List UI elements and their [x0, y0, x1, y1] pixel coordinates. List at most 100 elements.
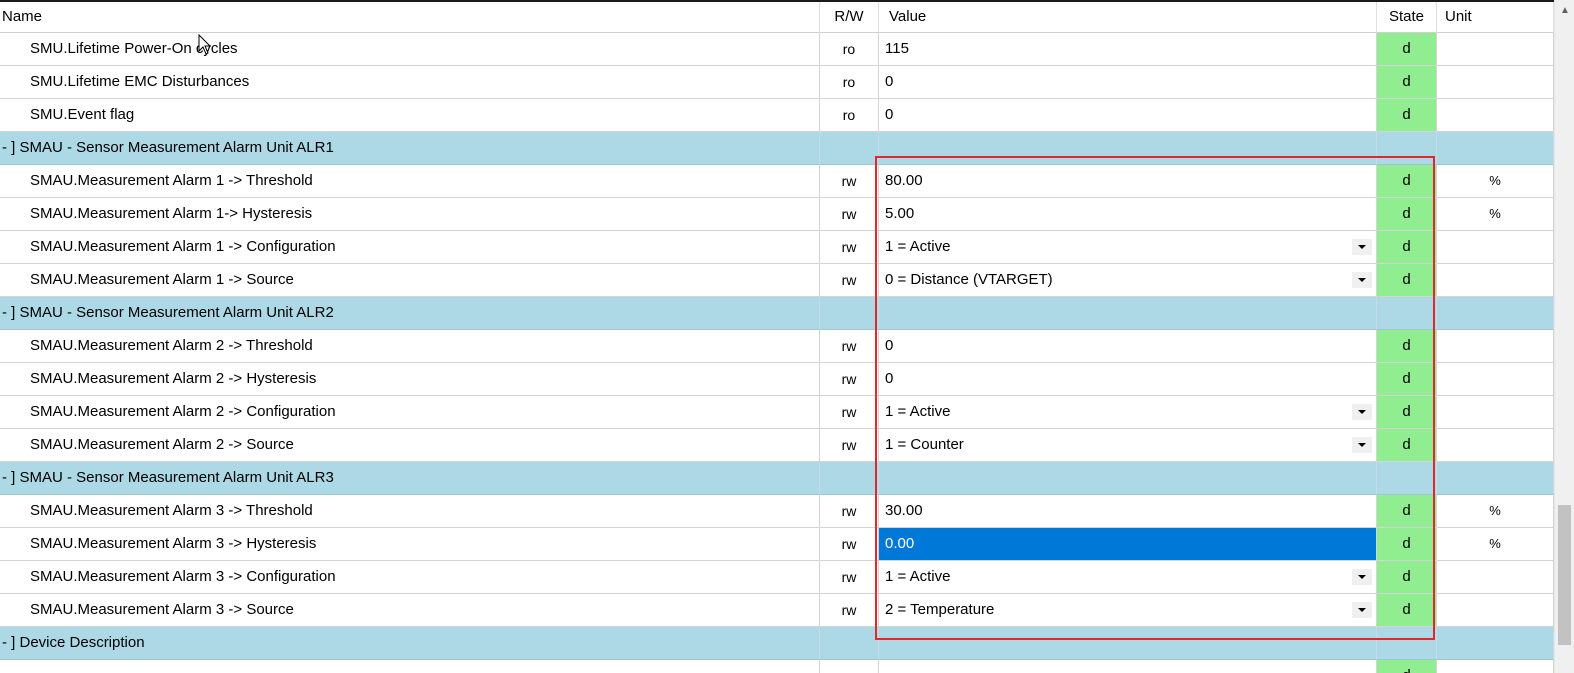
value-field[interactable]: 0	[879, 363, 1377, 396]
parameter-name: SMU.Event flag	[0, 99, 820, 132]
unit-label	[1437, 231, 1554, 264]
group-rw-cell	[820, 132, 879, 165]
value-field[interactable]: 30.00	[879, 495, 1377, 528]
parameter-name: SMAU.Measurement Alarm 3 -> Threshold	[0, 495, 820, 528]
parameter-name: SMAU.Measurement Alarm 3 -> Source	[0, 594, 820, 627]
value-text: 80.00	[885, 172, 923, 189]
group-rw-cell	[820, 297, 879, 330]
access-mode: rw	[820, 165, 879, 198]
header-state[interactable]: State	[1377, 2, 1437, 33]
group-row[interactable]: - ] SMAU - Sensor Measurement Alarm Unit…	[0, 462, 1554, 495]
parameter-name: SMU.Lifetime EMC Disturbances	[0, 66, 820, 99]
parameter-grid[interactable]: Name R/W Value State Unit SMU.Lifetime P…	[0, 0, 1574, 673]
value-field[interactable]: 0	[879, 99, 1377, 132]
header-rw[interactable]: R/W	[820, 2, 879, 33]
state-badge: d	[1377, 363, 1437, 396]
chevron-down-icon[interactable]	[1352, 602, 1372, 618]
unit-label	[1437, 561, 1554, 594]
unit-label	[1437, 66, 1554, 99]
header-name[interactable]: Name	[0, 2, 820, 33]
table-row[interactable]: SMAU.Measurement Alarm 2 -> Threshold rw 0…	[0, 330, 1554, 363]
value-field[interactable]: 115	[879, 33, 1377, 66]
table-row[interactable]: SMAU.Measurement Alarm 1 -> Threshold rw 8…	[0, 165, 1554, 198]
table-row[interactable]: SMAU.Measurement Alarm 3 -> Configuratio…	[0, 561, 1554, 594]
table-row[interactable]: SMAU.Measurement Alarm 2 -> Hysteresis rw…	[0, 363, 1554, 396]
value-dropdown[interactable]: 1 = Counter	[879, 429, 1377, 462]
table-row[interactable]: SMAU.Measurement Alarm 3 -> Hysteresis rw…	[0, 528, 1554, 561]
access-mode: ro	[820, 33, 879, 66]
value-text: 1 = Active	[885, 568, 951, 585]
parameter-name: SMAU.Measurement Alarm 1-> Hysteresis	[0, 198, 820, 231]
state-badge: d	[1377, 264, 1437, 297]
group-unit-cell	[1437, 627, 1554, 660]
value-field[interactable]: 80.00	[879, 165, 1377, 198]
unit-label	[1437, 396, 1554, 429]
value-dropdown[interactable]: 0 = Distance (VTARGET)	[879, 264, 1377, 297]
group-row[interactable]: - ] Device Description	[0, 627, 1554, 660]
table-row[interactable]: d	[0, 660, 1554, 673]
chevron-down-icon[interactable]	[1352, 569, 1372, 585]
group-state-cell	[1377, 297, 1437, 330]
value-text: 1 = Active	[885, 403, 951, 420]
parameter-name: SMU.Lifetime Power-On cycles	[0, 33, 820, 66]
value-field[interactable]: 0.00	[879, 528, 1377, 561]
state-badge: d	[1377, 165, 1437, 198]
table-row[interactable]: SMAU.Measurement Alarm 3 -> Source rw 2 = …	[0, 594, 1554, 627]
group-header-label[interactable]: - ] SMAU - Sensor Measurement Alarm Unit…	[0, 297, 820, 330]
group-row[interactable]: - ] SMAU - Sensor Measurement Alarm Unit…	[0, 297, 1554, 330]
table-row[interactable]: SMU.Lifetime EMC Disturbances ro 0 d	[0, 66, 1554, 99]
value-field[interactable]: 0	[879, 66, 1377, 99]
header-unit[interactable]: Unit	[1437, 2, 1554, 33]
chevron-down-icon[interactable]	[1352, 437, 1372, 453]
unit-label	[1437, 99, 1554, 132]
value-text: 0	[885, 337, 894, 354]
chevron-down-icon[interactable]	[1352, 272, 1372, 288]
value-text: 0	[885, 106, 894, 123]
table-row[interactable]: SMAU.Measurement Alarm 1 -> Source rw 0 = …	[0, 264, 1554, 297]
value-text: 5.00	[885, 205, 915, 222]
group-header-label[interactable]: - ] Device Description	[0, 627, 820, 660]
parameter-name: SMAU.Measurement Alarm 3 -> Configuratio…	[0, 561, 820, 594]
value-field[interactable]	[879, 660, 1377, 673]
access-mode: rw	[820, 396, 879, 429]
state-badge: d	[1377, 561, 1437, 594]
group-row[interactable]: - ] SMAU - Sensor Measurement Alarm Unit…	[0, 132, 1554, 165]
value-text: 30.00	[885, 502, 923, 519]
table-row[interactable]: SMU.Lifetime Power-On cycles ro 115 d	[0, 33, 1554, 66]
header-value[interactable]: Value	[879, 2, 1377, 33]
table-row[interactable]: SMAU.Measurement Alarm 3 -> Threshold rw 3…	[0, 495, 1554, 528]
value-field[interactable]: 0	[879, 330, 1377, 363]
access-mode: rw	[820, 429, 879, 462]
value-dropdown[interactable]: 1 = Active	[879, 561, 1377, 594]
vertical-scrollbar[interactable]: ▲	[1554, 0, 1574, 673]
parameter-name: SMAU.Measurement Alarm 3 -> Hysteresis	[0, 528, 820, 561]
group-unit-cell	[1437, 132, 1554, 165]
group-state-cell	[1377, 627, 1437, 660]
scrollbar-thumb[interactable]	[1558, 505, 1571, 645]
value-dropdown[interactable]: 1 = Active	[879, 231, 1377, 264]
value-dropdown[interactable]: 2 = Temperature	[879, 594, 1377, 627]
group-header-label[interactable]: - ] SMAU - Sensor Measurement Alarm Unit…	[0, 462, 820, 495]
grid-header: Name R/W Value State Unit	[0, 2, 1554, 35]
chevron-down-icon[interactable]	[1352, 404, 1372, 420]
parameter-name: SMAU.Measurement Alarm 2 -> Source	[0, 429, 820, 462]
table-row[interactable]: SMU.Event flag ro 0 d	[0, 99, 1554, 132]
table-row[interactable]: SMAU.Measurement Alarm 1 -> Configuratio…	[0, 231, 1554, 264]
chevron-down-icon[interactable]	[1352, 239, 1372, 255]
group-header-label[interactable]: - ] SMAU - Sensor Measurement Alarm Unit…	[0, 132, 820, 165]
value-dropdown[interactable]: 1 = Active	[879, 396, 1377, 429]
value-field[interactable]: 5.00	[879, 198, 1377, 231]
table-row[interactable]: SMAU.Measurement Alarm 1-> Hysteresis rw 5…	[0, 198, 1554, 231]
unit-label	[1437, 429, 1554, 462]
parameter-name: SMAU.Measurement Alarm 1 -> Source	[0, 264, 820, 297]
access-mode: rw	[820, 330, 879, 363]
scroll-up-arrow-icon[interactable]: ▲	[1555, 2, 1574, 20]
group-rw-cell	[820, 627, 879, 660]
table-row[interactable]: SMAU.Measurement Alarm 2 -> Configuratio…	[0, 396, 1554, 429]
table-row[interactable]: SMAU.Measurement Alarm 2 -> Source rw 1 = …	[0, 429, 1554, 462]
unit-label: %	[1437, 528, 1554, 561]
value-text: 1 = Active	[885, 238, 951, 255]
access-mode: ro	[820, 66, 879, 99]
group-value-cell	[879, 627, 1377, 660]
unit-label	[1437, 264, 1554, 297]
